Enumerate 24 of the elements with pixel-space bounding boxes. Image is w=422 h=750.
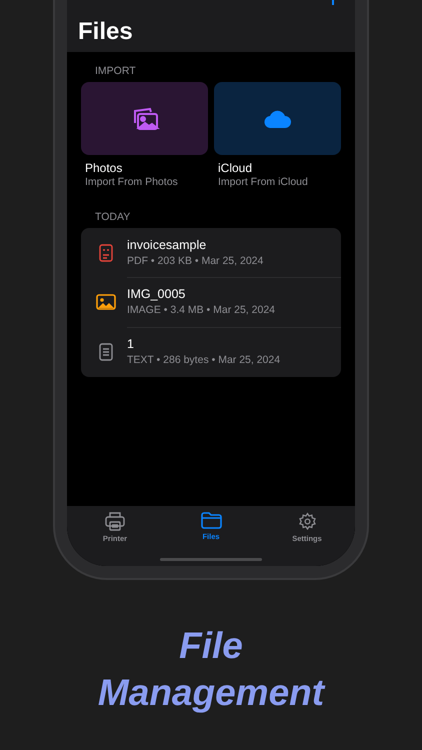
settings-icon [298, 512, 316, 531]
section-header: IMPORT [94, 64, 137, 79]
text-file-icon [99, 342, 113, 361]
file-name[interactable]: IMG_0005 [127, 287, 341, 302]
file-name[interactable]: 1 [127, 337, 341, 352]
headline: Management [96, 671, 326, 715]
source-subtitle: Import From Photos [85, 176, 179, 188]
import-tile[interactable] [81, 82, 208, 155]
source-name: iCloud [218, 161, 254, 175]
image-icon [96, 294, 116, 310]
source-name: Photos [85, 161, 124, 175]
source-subtitle: Import From iCloud [218, 176, 309, 188]
folder-icon [200, 512, 222, 529]
headline: File [178, 624, 244, 668]
file-name[interactable]: invoicesample [127, 238, 341, 252]
import-tile[interactable] [214, 82, 341, 155]
section-header: TODAY [94, 210, 132, 225]
page-title: Files [78, 18, 133, 46]
file-details: IMAGE • 3.4 MB • Mar 25, 2024 [127, 304, 276, 316]
file-details: TEXT • 286 bytes • Mar 25, 2024 [127, 354, 282, 366]
file-details: PDF • 203 KB • Mar 25, 2024 [127, 254, 264, 267]
document-icon [99, 244, 113, 262]
cloud-icon [264, 110, 292, 128]
printer-icon [105, 512, 125, 531]
